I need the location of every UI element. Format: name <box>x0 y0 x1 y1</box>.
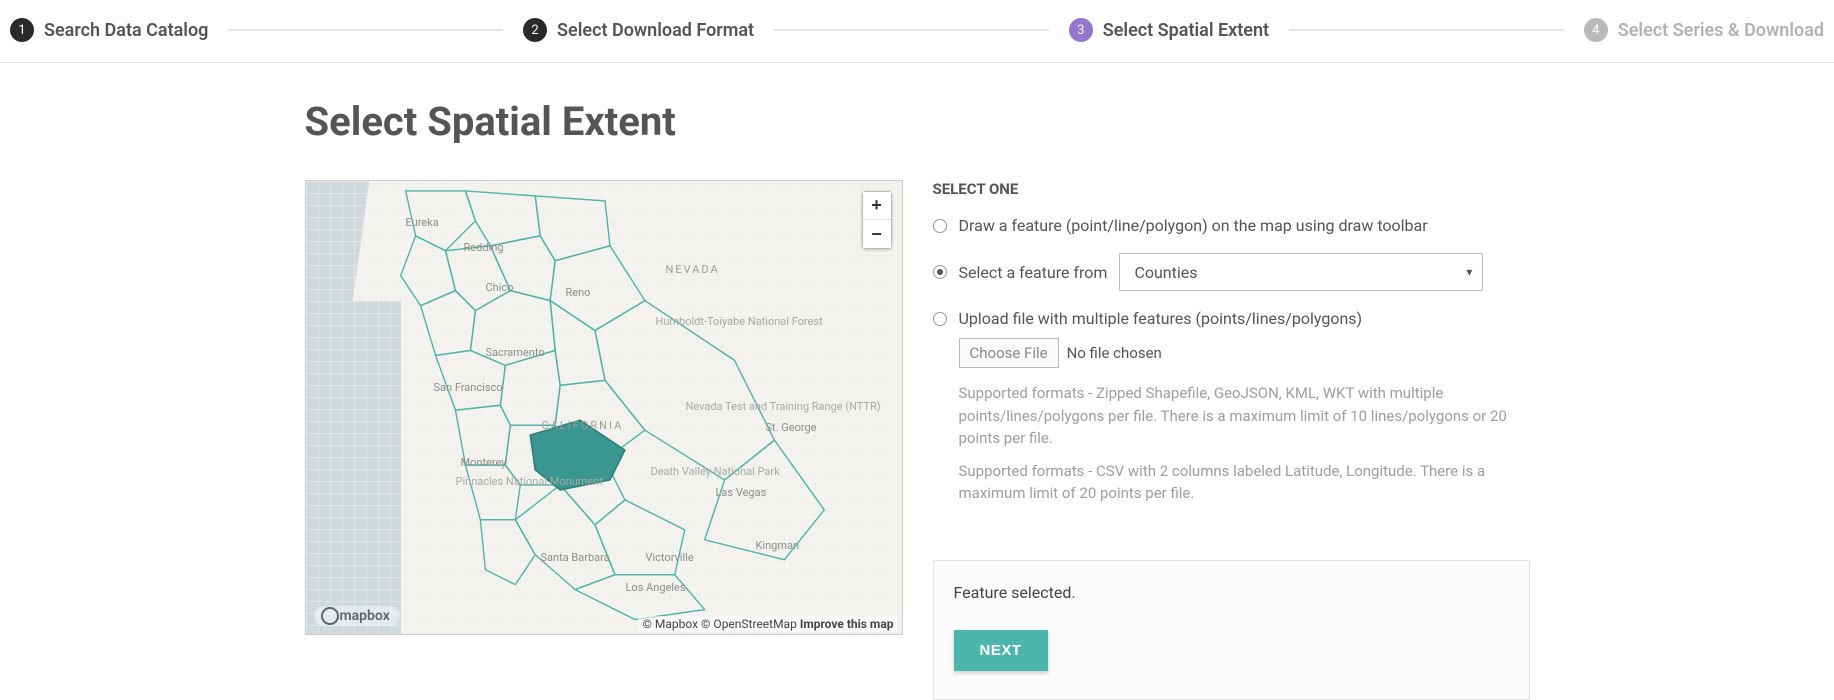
step-3[interactable]: 3 Select Spatial Extent <box>1069 18 1269 42</box>
option-draw-row[interactable]: Draw a feature (point/line/polygon) on t… <box>933 216 1530 235</box>
map-canvas[interactable]: Eureka Redding Chico Reno Sacramento San… <box>305 180 903 635</box>
radio-select[interactable] <box>933 265 947 279</box>
radio-upload[interactable] <box>933 312 947 326</box>
wizard-stepper: 1 Search Data Catalog 2 Select Download … <box>0 0 1834 63</box>
choose-file-button[interactable]: Choose File <box>959 338 1059 368</box>
map-label-california: CALIFORNIA <box>542 419 624 432</box>
step-1-label: Search Data Catalog <box>44 20 208 41</box>
step-connector <box>774 29 1049 31</box>
zoom-in-button[interactable]: + <box>863 192 891 220</box>
map-label-victorville: Victorville <box>646 551 694 564</box>
attribution-mapbox[interactable]: © Mapbox <box>642 617 698 631</box>
map-label-stgeorge: St. George <box>766 421 817 434</box>
option-upload-row[interactable]: Upload file with multiple features (poin… <box>933 309 1530 328</box>
map-label-kingman: Kingman <box>756 539 800 552</box>
attribution-osm[interactable]: © OpenStreetMap <box>701 617 797 631</box>
status-panel: Feature selected. NEXT <box>933 560 1530 700</box>
no-file-label: No file chosen <box>1067 344 1162 362</box>
map-label-nevada: NEVADA <box>666 263 720 276</box>
map-attribution: © Mapbox © OpenStreetMap Improve this ma… <box>638 616 897 632</box>
map-label-reno: Reno <box>566 286 591 299</box>
upload-help-1: Supported formats - Zipped Shapefile, Ge… <box>959 382 1530 450</box>
radio-draw[interactable] <box>933 219 947 233</box>
step-1-circle: 1 <box>10 18 34 42</box>
select-one-heading: SELECT ONE <box>933 180 1530 198</box>
feature-layer-select[interactable]: Counties <box>1119 253 1483 291</box>
step-2[interactable]: 2 Select Download Format <box>523 18 754 42</box>
map-label-nttr: Nevada Test and Training Range (NTTR) <box>686 401 881 413</box>
step-connector <box>1289 29 1564 31</box>
map-zoom-control: + − <box>862 191 892 249</box>
improve-map-link[interactable]: Improve this map <box>800 617 894 631</box>
step-1[interactable]: 1 Search Data Catalog <box>10 18 208 42</box>
step-2-label: Select Download Format <box>557 20 754 41</box>
step-3-circle: 3 <box>1069 18 1093 42</box>
map-label-losangeles: Los Angeles <box>626 581 686 594</box>
map-label-chico: Chico <box>486 281 514 294</box>
map-label-pinnacles: Pinnacles National Monument <box>456 476 603 488</box>
feature-layer-select-value: Counties <box>1134 263 1197 282</box>
step-4: 4 Select Series & Download <box>1584 18 1824 42</box>
radio-upload-label: Upload file with multiple features (poin… <box>959 309 1363 328</box>
map-label-santabarbara: Santa Barbara <box>541 551 610 564</box>
radio-draw-label: Draw a feature (point/line/polygon) on t… <box>959 216 1428 235</box>
upload-help-2: Supported formats - CSV with 2 columns l… <box>959 460 1530 505</box>
zoom-out-button[interactable]: − <box>863 220 891 248</box>
map-label-humboldt: Humboldt-Toiyabe National Forest <box>656 316 823 328</box>
map-label-redding: Redding <box>464 241 504 254</box>
map-label-sanfrancisco: San Francisco <box>434 381 503 394</box>
step-2-circle: 2 <box>523 18 547 42</box>
map-label-eureka: Eureka <box>406 216 439 229</box>
mapbox-logo: mapbox <box>314 606 400 626</box>
page-title: Select Spatial Extent <box>305 98 1530 145</box>
step-connector <box>228 29 503 31</box>
map-label-deathvalley: Death Valley National Park <box>651 466 780 478</box>
step-4-circle: 4 <box>1584 18 1608 42</box>
map-label-monterey: Monterey <box>461 456 507 469</box>
map-label-lasvegas: Las Vegas <box>716 486 767 499</box>
next-button[interactable]: NEXT <box>954 630 1048 671</box>
step-3-label: Select Spatial Extent <box>1103 20 1269 41</box>
option-select-row[interactable]: Select a feature from Counties <box>933 253 1530 291</box>
map-label-sacramento: Sacramento <box>486 346 545 359</box>
status-message: Feature selected. <box>954 583 1509 602</box>
radio-select-label: Select a feature from <box>959 263 1108 282</box>
step-4-label: Select Series & Download <box>1618 20 1824 41</box>
